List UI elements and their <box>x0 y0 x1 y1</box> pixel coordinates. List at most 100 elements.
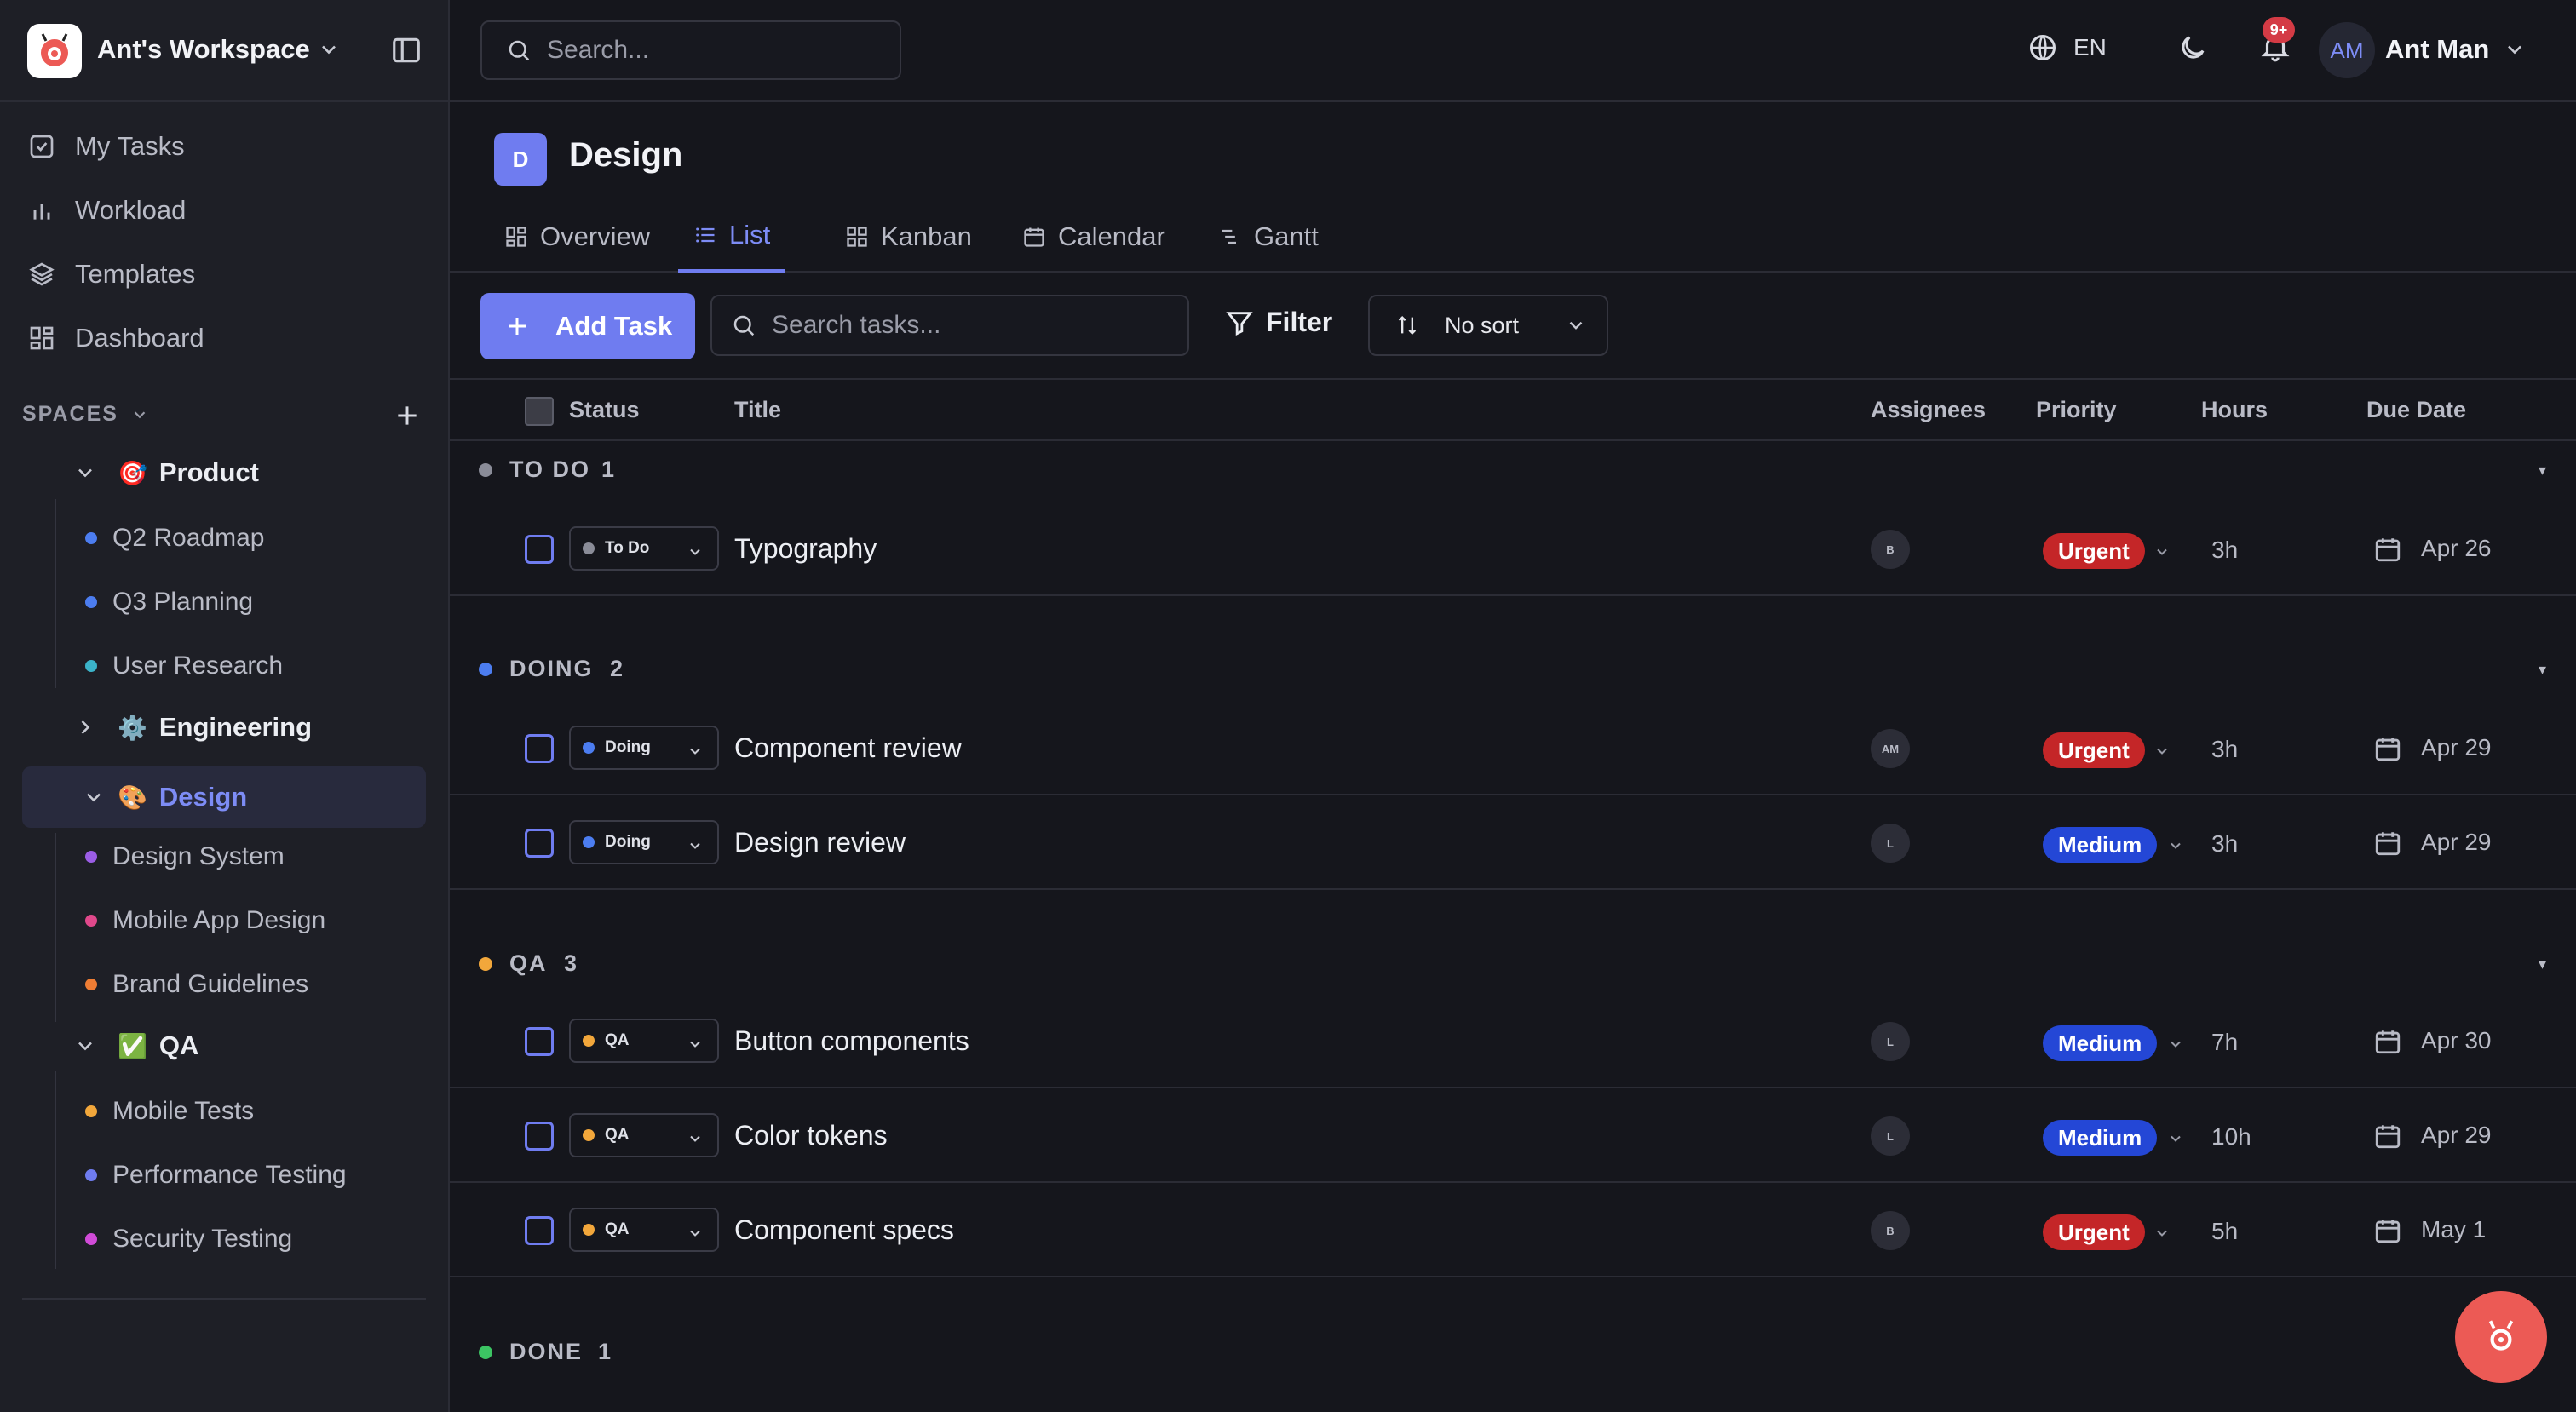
assignee-avatar[interactable]: L <box>1871 1022 1910 1061</box>
column-due-date[interactable]: Due Date <box>2366 397 2466 423</box>
tab-list[interactable]: List <box>678 201 786 273</box>
priority-badge[interactable]: Urgent <box>2043 533 2145 569</box>
task-hours[interactable]: 3h <box>2211 537 2238 564</box>
list-item-q3-planning[interactable]: Q3 Planning <box>85 578 253 626</box>
space-design[interactable]: 🎨 Design <box>22 766 426 828</box>
assignee-avatar[interactable]: B <box>1871 1211 1910 1250</box>
priority-badge[interactable]: Medium <box>2043 1025 2158 1061</box>
group-header-done[interactable]: DONE 1 <box>450 1332 2576 1375</box>
task-due-date[interactable]: Apr 29 <box>2421 1122 2492 1149</box>
table-row[interactable]: QA Button components L Medium 7h Apr 30 <box>450 995 2576 1088</box>
column-assignees[interactable]: Assignees <box>1871 397 1986 423</box>
list-item-mobile-tests[interactable]: Mobile Tests <box>85 1088 254 1135</box>
table-row[interactable]: QA Color tokens L Medium 10h Apr 29 <box>450 1089 2576 1183</box>
status-dropdown[interactable]: QA <box>569 1019 719 1063</box>
chevron-down-icon[interactable] <box>2153 1225 2171 1242</box>
select-all-checkbox[interactable] <box>525 397 554 426</box>
chevron-down-icon[interactable] <box>2503 37 2527 61</box>
space-engineering[interactable]: ⚙️ Engineering <box>81 703 312 751</box>
task-title[interactable]: Design review <box>734 827 906 858</box>
chevron-down-icon[interactable] <box>2153 743 2171 760</box>
task-checkbox[interactable] <box>525 1216 554 1245</box>
avatar[interactable]: AM <box>2319 22 2375 78</box>
add-task-button[interactable]: Add Task <box>480 293 695 359</box>
chevron-down-icon[interactable] <box>2167 1130 2184 1147</box>
task-checkbox[interactable] <box>525 734 554 763</box>
task-hours[interactable]: 10h <box>2211 1123 2251 1151</box>
group-header-doing[interactable]: DOING 2 ▾ <box>450 649 2576 692</box>
help-fab-button[interactable] <box>2455 1291 2547 1383</box>
tab-calendar[interactable]: Calendar <box>1007 201 1181 273</box>
status-dropdown[interactable]: QA <box>569 1113 719 1157</box>
chevron-down-icon[interactable] <box>82 785 106 809</box>
task-checkbox[interactable] <box>525 829 554 858</box>
task-title[interactable]: Typography <box>734 533 877 565</box>
task-due-date[interactable]: Apr 30 <box>2421 1027 2492 1054</box>
task-title[interactable]: Button components <box>734 1025 969 1057</box>
list-item-security-testing[interactable]: Security Testing <box>85 1215 292 1263</box>
task-checkbox[interactable] <box>525 1027 554 1056</box>
task-hours[interactable]: 3h <box>2211 830 2238 858</box>
column-priority[interactable]: Priority <box>2036 397 2117 423</box>
column-status[interactable]: Status <box>569 397 640 423</box>
assignee-avatar[interactable]: L <box>1871 824 1910 863</box>
list-item-q2-roadmap[interactable]: Q2 Roadmap <box>85 514 264 562</box>
chevron-down-icon[interactable] <box>2167 1036 2184 1053</box>
priority-badge[interactable]: Medium <box>2043 827 2158 863</box>
list-item-user-research[interactable]: User Research <box>85 642 283 690</box>
assignee-avatar[interactable]: AM <box>1871 729 1910 768</box>
workspace-chevron-icon[interactable] <box>317 37 341 61</box>
language-switcher[interactable]: EN <box>2027 32 2107 63</box>
priority-badge[interactable]: Urgent <box>2043 732 2145 768</box>
collapse-toggle-icon[interactable]: ▾ <box>2539 956 2546 973</box>
group-header-todo[interactable]: TO DO 1 ▾ <box>450 450 2576 492</box>
task-search-input[interactable]: Search tasks... <box>710 295 1189 356</box>
task-due-date[interactable]: May 1 <box>2421 1216 2486 1243</box>
sort-select[interactable]: No sort <box>1368 295 1608 356</box>
task-due-date[interactable]: Apr 29 <box>2421 829 2492 856</box>
table-row[interactable]: Doing Component review AM Urgent 3h Apr … <box>450 702 2576 795</box>
status-dropdown[interactable]: Doing <box>569 820 719 864</box>
task-title[interactable]: Component review <box>734 732 962 764</box>
add-space-button[interactable] <box>394 402 421 429</box>
user-name[interactable]: Ant Man <box>2385 34 2489 65</box>
chevron-down-icon[interactable] <box>73 1034 97 1058</box>
list-item-mobile-app-design[interactable]: Mobile App Design <box>85 897 325 944</box>
status-dropdown[interactable]: Doing <box>569 726 719 770</box>
theme-toggle-moon-icon[interactable] <box>2177 32 2208 63</box>
spaces-header[interactable]: SPACES <box>22 402 149 427</box>
global-search-input[interactable]: Search... <box>480 20 901 80</box>
list-item-brand-guidelines[interactable]: Brand Guidelines <box>85 961 308 1008</box>
nav-my-tasks[interactable]: My Tasks <box>27 123 185 170</box>
assignee-avatar[interactable]: L <box>1871 1116 1910 1156</box>
task-checkbox[interactable] <box>525 535 554 564</box>
task-hours[interactable]: 3h <box>2211 736 2238 763</box>
task-due-date[interactable]: Apr 26 <box>2421 535 2492 562</box>
assignee-avatar[interactable]: B <box>1871 530 1910 569</box>
column-title[interactable]: Title <box>734 397 781 423</box>
status-dropdown[interactable]: To Do <box>569 526 719 571</box>
workspace-logo[interactable] <box>27 24 82 78</box>
space-product[interactable]: 🎯 Product <box>78 449 259 496</box>
group-header-qa[interactable]: QA 3 ▾ <box>450 944 2576 986</box>
task-checkbox[interactable] <box>525 1122 554 1151</box>
task-due-date[interactable]: Apr 29 <box>2421 734 2492 761</box>
sidebar-toggle-icon[interactable] <box>390 34 423 66</box>
collapse-toggle-icon[interactable]: ▾ <box>2539 661 2546 679</box>
table-row[interactable]: Doing Design review L Medium 3h Apr 29 <box>450 796 2576 890</box>
nav-workload[interactable]: Workload <box>27 187 186 234</box>
collapse-toggle-icon[interactable]: ▾ <box>2539 462 2546 479</box>
list-item-design-system[interactable]: Design System <box>85 833 285 881</box>
nav-dashboard[interactable]: Dashboard <box>27 314 204 362</box>
chevron-down-icon[interactable] <box>2167 837 2184 854</box>
priority-badge[interactable]: Urgent <box>2043 1214 2145 1250</box>
tab-kanban[interactable]: Kanban <box>830 201 987 273</box>
list-item-performance-testing[interactable]: Performance Testing <box>85 1151 347 1199</box>
status-dropdown[interactable]: QA <box>569 1208 719 1252</box>
nav-templates[interactable]: Templates <box>27 250 195 298</box>
table-row[interactable]: QA Component specs B Urgent 5h May 1 <box>450 1184 2576 1277</box>
filter-button[interactable]: Filter <box>1225 307 1332 338</box>
space-qa[interactable]: ✅ QA <box>78 1022 198 1070</box>
column-hours[interactable]: Hours <box>2201 397 2268 423</box>
chevron-down-icon[interactable] <box>73 461 97 485</box>
